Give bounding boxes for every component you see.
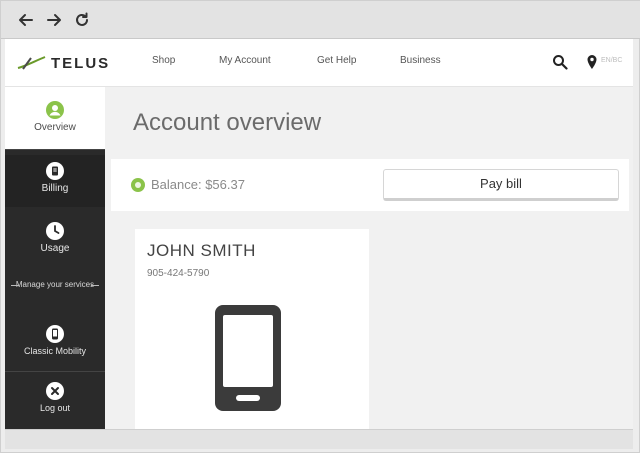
back-button[interactable] [15, 9, 37, 31]
sidebar-item-usage[interactable]: Usage [5, 215, 105, 267]
sidebar-item-overview[interactable]: Overview [5, 87, 105, 149]
sidebar-item-label: Billing [41, 183, 69, 194]
sidebar-item-label: Log out [39, 403, 71, 413]
balance-info: Balance: $56.37 [131, 177, 245, 192]
arrow-right-icon [47, 14, 61, 26]
sidebar-divider [5, 149, 105, 150]
location-button[interactable] [583, 53, 601, 71]
close-circle-icon [46, 382, 64, 400]
sidebar-item-label: Overview [34, 122, 76, 133]
logo-text: TELUS [51, 54, 111, 72]
page-title: Account overview [133, 109, 322, 136]
forward-button[interactable] [43, 9, 65, 31]
sidebar: Overview Billing Usage Manage your servi… [5, 87, 105, 429]
site-header: TELUS Shop My Account Get Help Business … [5, 39, 633, 87]
browser-window: TELUS Shop My Account Get Help Business … [0, 0, 640, 453]
reload-button[interactable] [71, 9, 93, 31]
nav-get-help[interactable]: Get Help [317, 55, 356, 66]
balance-label: Balance: $56.37 [151, 177, 245, 192]
nav-my-account-label: My Account [219, 55, 271, 66]
manage-services-heading: Manage your services [5, 279, 105, 290]
search-icon [553, 55, 568, 70]
balance-status-icon [131, 177, 145, 192]
sidebar-divider [5, 371, 105, 372]
browser-status-bar [5, 429, 633, 449]
phone-icon [46, 325, 64, 343]
main-content: Account overview Balance: $56.37 Pay bil… [105, 87, 633, 429]
locale-label[interactable]: EN/BC [601, 57, 622, 64]
sidebar-item-log-out[interactable]: Log out [5, 377, 105, 427]
account-holder-name: JOHN SMITH [147, 241, 256, 260]
balance-panel: Balance: $56.37 Pay bill [111, 159, 629, 211]
account-card[interactable]: JOHN SMITH 905-424-5790 [135, 229, 369, 429]
arrow-left-icon [19, 14, 33, 26]
search-button[interactable] [551, 53, 569, 71]
nav-shop-label: Shop [152, 55, 176, 66]
location-pin-icon [587, 55, 597, 69]
nav-my-account[interactable]: My Account [219, 55, 271, 66]
nav-shop[interactable]: Shop [152, 55, 175, 66]
sidebar-item-label: Classic Mobility [23, 346, 86, 356]
sidebar-item-billing[interactable]: Billing [5, 155, 105, 207]
nav-business[interactable]: Business [400, 55, 441, 66]
user-icon [46, 101, 64, 119]
clock-icon [46, 222, 64, 240]
browser-toolbar [1, 1, 640, 39]
telus-swoosh-icon [17, 56, 46, 70]
account-phone-number: 905-424-5790 [147, 268, 210, 279]
pay-bill-button[interactable]: Pay bill [383, 169, 619, 201]
telus-logo[interactable]: TELUS [17, 52, 110, 74]
smartphone-icon [215, 305, 281, 411]
nav-get-help-label: Get Help [317, 55, 357, 66]
sidebar-item-label: Usage [40, 243, 70, 254]
nav-business-label: Business [400, 55, 441, 66]
bill-icon [46, 162, 64, 180]
reload-icon [76, 12, 88, 26]
sidebar-item-classic-mobility[interactable]: Classic Mobility [5, 319, 105, 369]
